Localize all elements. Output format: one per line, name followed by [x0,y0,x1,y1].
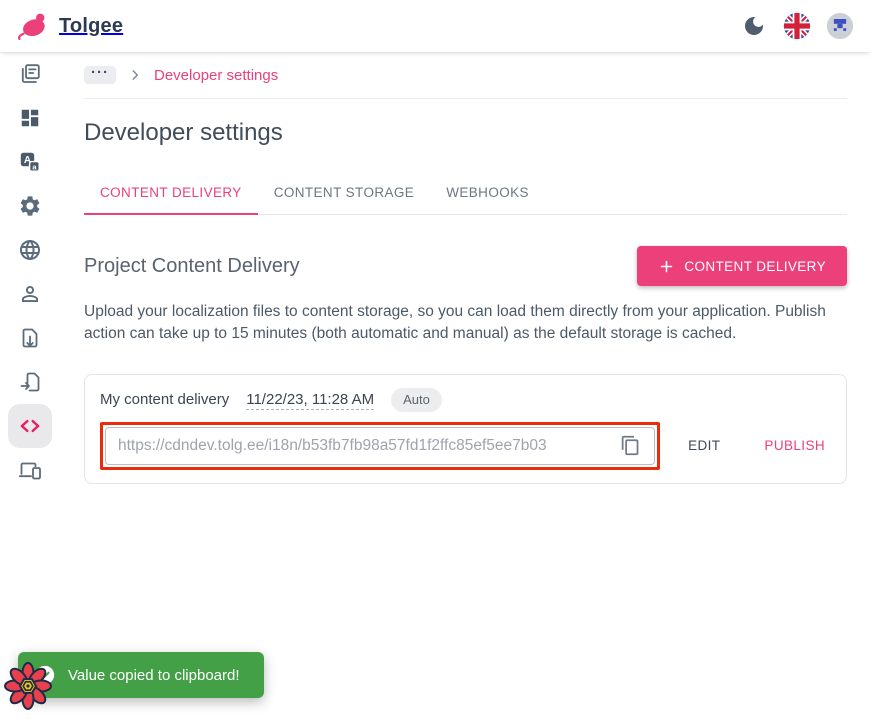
tolgee-home-link[interactable]: Tolgee [16,9,123,43]
edit-button[interactable]: EDIT [682,430,726,461]
dark-mode-toggle[interactable] [739,11,769,41]
dashboard-icon [19,107,41,129]
toast-message: Value copied to clipboard! [68,667,240,684]
delivery-item-name: My content delivery [100,391,229,408]
breadcrumb-collapse-button[interactable]: ··· [84,66,116,84]
delivery-item-actions-row: EDIT PUBLISH [100,422,831,470]
brand-name: Tolgee [59,15,123,38]
copy-icon [620,435,641,456]
translations-icon: A a [18,150,42,174]
publish-button[interactable]: PUBLISH [758,430,831,461]
breadcrumb-divider [84,98,847,99]
breadcrumb: ··· Developer settings [84,52,847,98]
developer-settings-icon [17,413,43,439]
copy-url-button[interactable] [614,430,646,462]
moon-icon [742,14,766,38]
sidebar-item-import[interactable] [8,360,52,404]
highlight-box [100,422,660,470]
language-selector[interactable] [782,11,812,41]
avatar-identicon [826,12,854,40]
content-delivery-card: My content delivery 11/22/23, 11:28 AM A… [84,374,847,484]
sidebar-item-settings[interactable] [8,184,52,228]
languages-icon [18,238,42,262]
sidebar-item-projects[interactable] [8,52,52,96]
section-title: Project Content Delivery [84,255,300,278]
import-icon [18,370,42,394]
tab-content-delivery[interactable]: CONTENT DELIVERY [84,170,258,215]
auto-badge: Auto [391,388,442,412]
sidebar-item-translations[interactable]: A a [8,140,52,184]
uk-flag-icon [783,12,811,40]
plus-icon [658,258,675,275]
export-icon [18,326,42,350]
tab-content-storage[interactable]: CONTENT STORAGE [258,170,431,215]
add-content-delivery-button[interactable]: CONTENT DELIVERY [637,246,847,286]
user-menu[interactable] [825,11,855,41]
main-content: ··· Developer settings Developer setting… [84,52,847,484]
sidebar-item-members[interactable] [8,272,52,316]
sidebar-item-export[interactable] [8,316,52,360]
flower-cursor-icon [2,660,54,712]
section-header: Project Content Delivery CONTENT DELIVER… [84,246,847,286]
projects-icon [18,62,42,86]
chevron-right-icon [128,68,142,82]
delivery-url-field[interactable] [105,427,655,465]
page-title: Developer settings [84,119,847,147]
tab-bar: CONTENT DELIVERY CONTENT STORAGE WEBHOOK… [84,170,847,215]
section-description: Upload your localization files to conten… [84,301,847,346]
sidebar: A a [0,52,60,719]
tolgee-logo-icon [16,9,50,43]
breadcrumb-current-link[interactable]: Developer settings [154,67,278,84]
members-icon [18,282,42,306]
topbar-actions [739,11,855,41]
top-bar: Tolgee [0,0,871,52]
sidebar-item-dashboard[interactable] [8,96,52,140]
sidebar-item-languages[interactable] [8,228,52,272]
delivery-url-input[interactable] [118,437,614,455]
delivery-published-timestamp[interactable]: 11/22/23, 11:28 AM [246,391,374,408]
toast-notification: Value copied to clipboard! [18,652,264,698]
delivery-item-header: My content delivery 11/22/23, 11:28 AM A… [100,386,831,414]
integrate-icon [18,458,42,482]
tab-webhooks[interactable]: WEBHOOKS [430,170,545,215]
add-button-label: CONTENT DELIVERY [684,259,826,274]
sidebar-item-integrate[interactable] [8,448,52,492]
settings-icon [18,194,42,218]
sidebar-item-developer-settings[interactable] [8,404,52,448]
